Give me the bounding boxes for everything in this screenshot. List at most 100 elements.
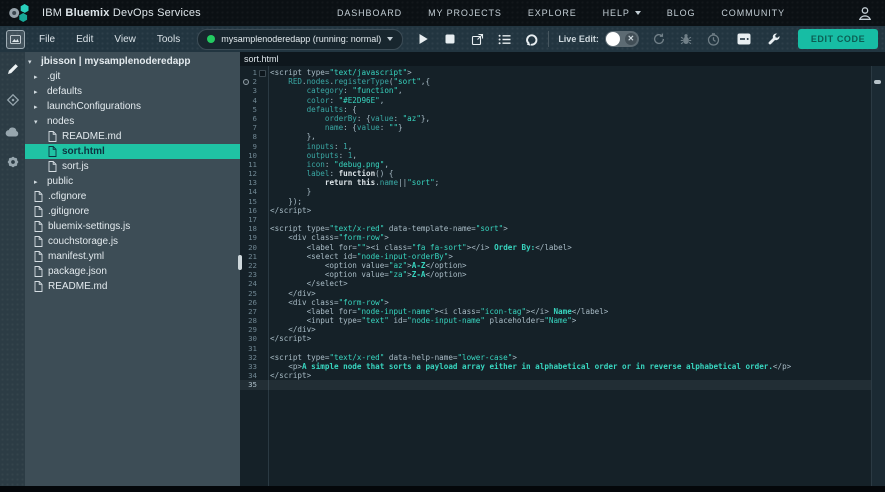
code-line[interactable]: 21 <select id="node-input-orderBy"> [240,252,872,261]
code-line[interactable]: 17 [240,215,872,224]
code-line-text: <label for=""><i class="fa fa-sort"></i>… [270,242,572,252]
code-line[interactable]: 22 <option value="az">A-Z</option> [240,261,872,270]
logs-list-button[interactable] [496,31,512,47]
console-panel-icon[interactable] [736,31,752,47]
code-line[interactable]: 26 <div class="form-row"> [240,298,872,307]
bluemix-logo-icon [8,3,33,23]
code-line[interactable]: 34 </script> [240,371,872,380]
chevron-collapsed-icon[interactable]: ▸ [34,88,42,96]
tree-item-sort.js[interactable]: sort.js [25,159,240,174]
restart-button[interactable] [523,31,539,47]
git-repository-icon[interactable] [5,92,21,108]
nav-link-help[interactable]: HELP [603,8,641,18]
toolbar: File Edit View Tools mysamplenoderedapp (ru… [0,26,885,52]
app-selector[interactable]: mysamplenoderedapp (running: normal) [197,28,404,50]
code-line[interactable]: 31 [240,344,872,353]
code-line[interactable]: 25 </div> [240,289,872,298]
timer-clock-icon[interactable] [706,31,722,47]
chevron-collapsed-icon[interactable]: ▸ [34,178,42,186]
ruler-annotation-marker[interactable] [874,80,881,84]
tree-item-.git[interactable]: ▸ .git [25,69,240,84]
code-line[interactable]: 8 }, [240,132,872,141]
code-line-text: return this.name||"sort"; [324,178,440,188]
nav-link-blog[interactable]: BLOG [667,8,696,18]
nav-link-community[interactable]: COMMUNITY [721,8,785,18]
code-line[interactable]: 32 <script type="text/x-red" data-help-na… [240,353,872,362]
tree-item-readme.md[interactable]: README.md [25,129,240,144]
code-line[interactable]: 33 <p>A simple node that sorts a payload… [240,362,872,371]
tree-item-sort.html[interactable]: sort.html [25,144,240,159]
tree-item-manifest.yml[interactable]: manifest.yml [25,249,240,264]
edit-code-button[interactable]: EDIT CODE [797,29,879,49]
nav-link-explore[interactable]: EXPLORE [528,8,577,18]
code-line[interactable]: 35 [240,380,872,390]
chevron-expanded-icon[interactable]: ▾ [34,118,42,126]
code-line[interactable]: 6 orderBy: {value: "az"}, [240,114,872,123]
tree-item-bluemix-settings.js[interactable]: bluemix-settings.js [25,219,240,234]
code-line[interactable]: 14 } [240,187,872,196]
code-line[interactable]: 16 </script> [240,206,872,215]
menu-file[interactable]: File [39,34,55,45]
menu-edit[interactable]: Edit [76,34,93,45]
code-line[interactable]: 19 <div class="form-row"> [240,233,872,242]
tree-item-couchstorage.js[interactable]: couchstorage.js [25,234,240,249]
menu-view[interactable]: View [114,34,136,45]
wrench-icon[interactable] [766,31,782,47]
deploy-cloud-icon[interactable] [5,123,21,139]
stop-button[interactable] [442,31,458,47]
code-editor[interactable]: 1 <script type="text/javascript"> 2 RED.no… [240,66,872,486]
line-number: 23 [248,270,257,280]
tree-item-defaults[interactable]: ▸ defaults [25,84,240,99]
tree-item-public[interactable]: ▸ public [25,174,240,189]
rail-settings-gear-icon[interactable] [5,154,21,170]
nav-link-dashboard[interactable]: DASHBOARD [337,8,402,18]
code-line[interactable]: 20 <label for=""><i class="fa fa-sort"><… [240,243,872,252]
edit-pencil-icon[interactable] [5,61,21,77]
code-line[interactable]: 30 </script> [240,334,872,343]
chevron-collapsed-icon[interactable]: ▸ [34,73,42,81]
chevron-collapsed-icon[interactable]: ▸ [34,103,42,111]
code-line[interactable]: 9 inputs: 1, [240,142,872,151]
tree-item-launchconfigurations[interactable]: ▸ launchConfigurations [25,99,240,114]
code-line[interactable]: 3 category: "function", [240,86,872,95]
fold-marker-icon[interactable] [259,70,266,77]
chevron-expanded-icon[interactable]: ▾ [28,58,36,66]
code-line[interactable]: 18 <script type="text/x-red" data-templat… [240,224,872,233]
code-line[interactable]: 28 <input type="text" id="node-input-nam… [240,316,872,325]
user-avatar-icon[interactable] [857,5,873,21]
tree-item-.cfignore[interactable]: .cfignore [25,189,240,204]
code-line[interactable]: 11 icon: "debug.png", [240,160,872,169]
code-line[interactable]: 12 label: function() { [240,169,872,178]
tree-item-jbisson-mysamplenoderedapp[interactable]: ▾ jbisson | mysamplenoderedapp [25,54,240,69]
code-line[interactable]: 15 }); [240,197,872,206]
code-line[interactable]: 23 <option value="za">Z-A</option> [240,270,872,279]
refresh-icon[interactable] [651,31,667,47]
tree-item-readme.md[interactable]: README.md [25,279,240,294]
nav-link-my-projects[interactable]: MY PROJECTS [428,8,502,18]
code-line[interactable]: 27 <label for="node-input-name"><i class… [240,307,872,316]
play-button[interactable] [415,31,431,47]
code-line-text: <script type="text/x-red" data-template-… [270,224,508,234]
tree-item-.gitignore[interactable]: .gitignore [25,204,240,219]
code-line[interactable]: 7 name: {value: ""} [240,123,872,132]
code-line-text: <div class="form-row"> [270,233,389,243]
debug-bug-icon[interactable] [678,31,694,47]
code-line[interactable]: 4 color: "#E2D96E", [240,96,872,105]
tab-sort-html[interactable]: sort.html [244,54,279,64]
code-line[interactable]: 5 defaults: { [240,105,872,114]
live-edit-toggle[interactable]: ✕ [604,31,639,47]
code-line[interactable]: 24 </select> [240,279,872,288]
code-line[interactable]: 2 RED.nodes.registerType("sort",{ [240,77,872,86]
code-line[interactable]: 10 outputs: 1, [240,151,872,160]
project-thumbnail-icon[interactable] [6,29,25,49]
code-line[interactable]: 1 <script type="text/javascript"> [240,68,872,77]
overview-ruler[interactable] [871,66,885,486]
open-app-button[interactable] [469,31,485,47]
code-line[interactable]: 29 </div> [240,325,872,334]
tree-item-package.json[interactable]: package.json [25,264,240,279]
menu-tools[interactable]: Tools [157,34,180,45]
tree-item-nodes[interactable]: ▾ nodes [25,114,240,129]
panel-splitter-handle[interactable] [238,255,242,270]
code-line[interactable]: 13 return this.name||"sort"; [240,178,872,187]
code-line-text: color: "#E2D96E", [270,95,385,105]
